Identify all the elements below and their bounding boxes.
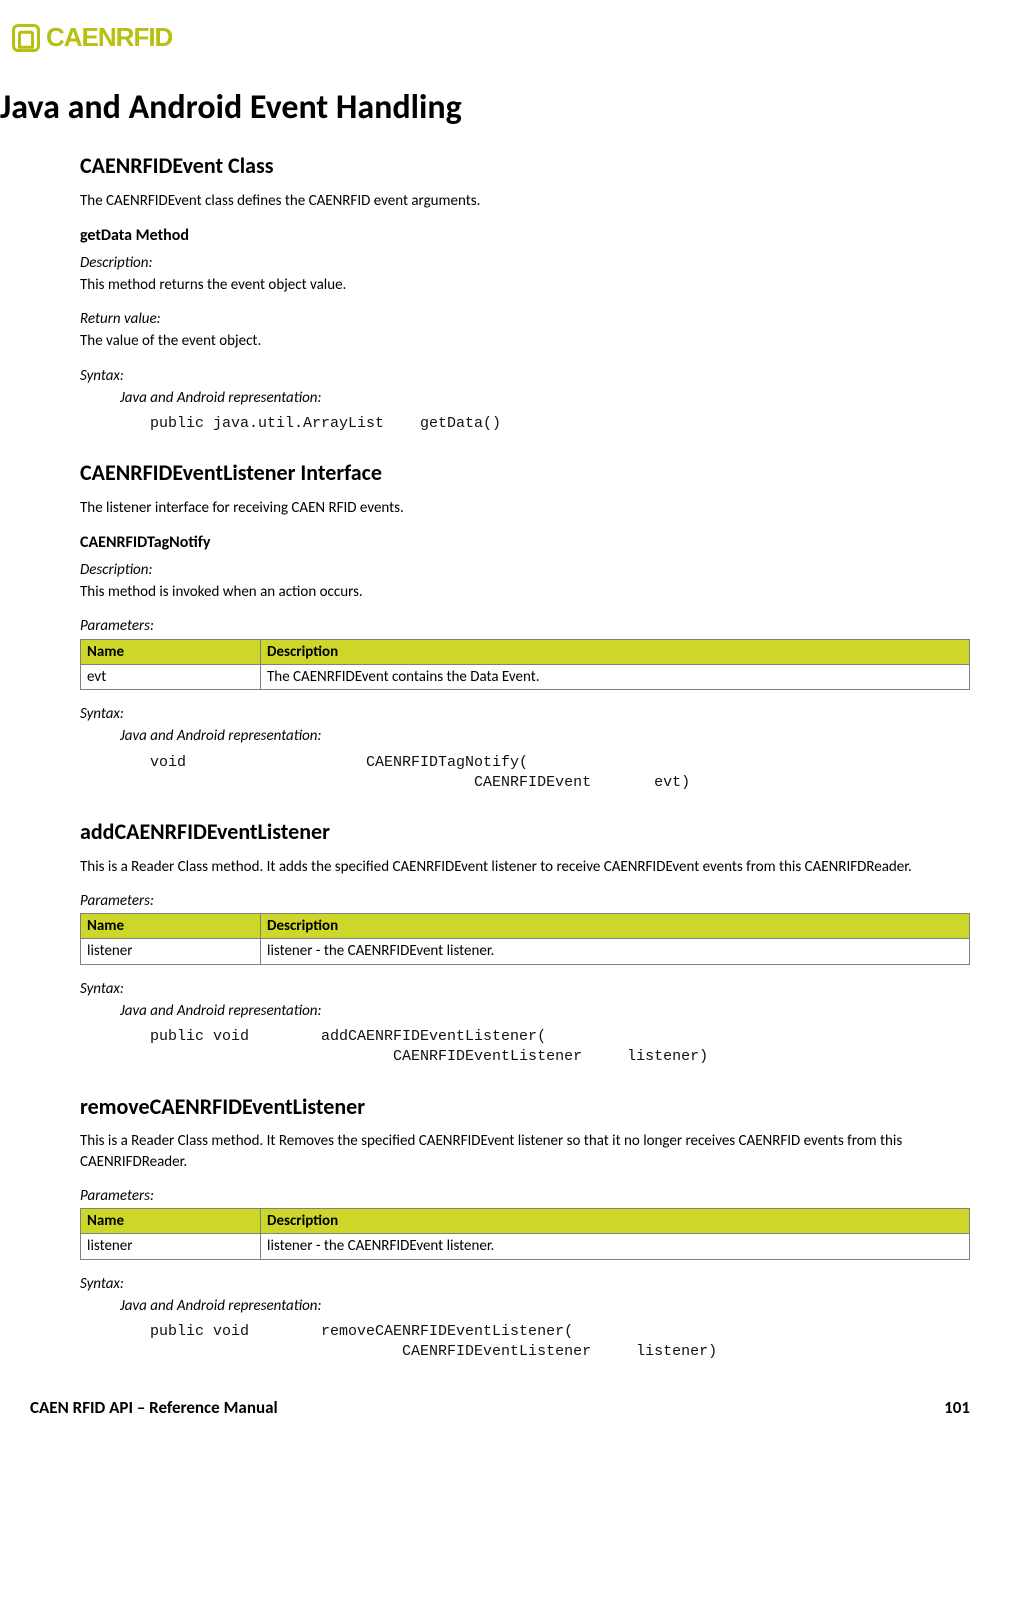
label-parameters: Parameters: [80,616,970,636]
section-intro: This is a Reader Class method. It Remove… [80,1131,970,1172]
label-syntax: Syntax: [80,704,970,724]
label-parameters: Parameters: [80,891,970,911]
code-getdata: public java.util.ArrayList getData() [80,414,970,434]
label-syntax: Syntax: [80,1274,970,1294]
th-name: Name [81,1209,261,1234]
section-caenrfideventlistener-interface: CAENRFIDEventListener Interface [80,458,970,488]
footer-title: CAEN RFID API – Reference Manual [30,1397,278,1420]
description-text: This method is invoked when an action oc… [80,582,970,602]
label-representation: Java and Android representation: [80,726,970,746]
section-intro: The listener interface for receiving CAE… [80,498,970,518]
table-row: listener listener - the CAENRFIDEvent li… [81,939,970,964]
parameters-table: Name Description evt The CAENRFIDEvent c… [80,639,970,691]
table-row: listener listener - the CAENRFIDEvent li… [81,1234,970,1259]
footer-page-number: 101 [944,1397,970,1420]
section-removecaenrfideventlistener: removeCAENRFIDEventListener [80,1092,970,1122]
header-logo: CAENRFID [0,20,980,55]
th-description: Description [261,639,970,664]
caen-logo-icon [12,24,40,52]
cell-description: listener - the CAENRFIDEvent listener. [261,1234,970,1259]
label-return-value: Return value: [80,309,970,329]
label-syntax: Syntax: [80,366,970,386]
label-representation: Java and Android representation: [80,388,970,408]
method-getdata: getData Method [80,225,970,247]
label-representation: Java and Android representation: [80,1296,970,1316]
cell-name: evt [81,664,261,689]
code-tagnotify: void CAENRFIDTagNotify( CAENRFIDEvent ev… [80,753,970,794]
th-name: Name [81,639,261,664]
page-title: Java and Android Event Handling [0,85,980,131]
cell-description: The CAENRFIDEvent contains the Data Even… [261,664,970,689]
label-parameters: Parameters: [80,1186,970,1206]
label-syntax: Syntax: [80,979,970,999]
code-removelistener: public void removeCAENRFIDEventListener(… [80,1322,970,1363]
caen-logo-text: CAENRFID [46,20,172,55]
th-description: Description [261,914,970,939]
section-intro: This is a Reader Class method. It adds t… [80,857,970,877]
cell-name: listener [81,939,261,964]
cell-name: listener [81,1234,261,1259]
section-caenrfidevent-class: CAENRFIDEvent Class [80,151,970,181]
description-text: This method returns the event object val… [80,275,970,295]
page-footer: CAEN RFID API – Reference Manual 101 [0,1397,980,1420]
table-row: evt The CAENRFIDEvent contains the Data … [81,664,970,689]
section-addcaenrfideventlistener: addCAENRFIDEventListener [80,817,970,847]
method-caenrfidtagnotify: CAENRFIDTagNotify [80,532,970,554]
code-addlistener: public void addCAENRFIDEventListener( CA… [80,1027,970,1068]
label-representation: Java and Android representation: [80,1001,970,1021]
return-value-text: The value of the event object. [80,331,970,351]
label-description: Description: [80,560,970,580]
page-content: CAENRFIDEvent Class The CAENRFIDEvent cl… [0,151,980,1363]
th-description: Description [261,1209,970,1234]
cell-description: listener - the CAENRFIDEvent listener. [261,939,970,964]
parameters-table: Name Description listener listener - the… [80,913,970,965]
th-name: Name [81,914,261,939]
label-description: Description: [80,253,970,273]
parameters-table: Name Description listener listener - the… [80,1208,970,1260]
section-intro: The CAENRFIDEvent class defines the CAEN… [80,191,970,211]
